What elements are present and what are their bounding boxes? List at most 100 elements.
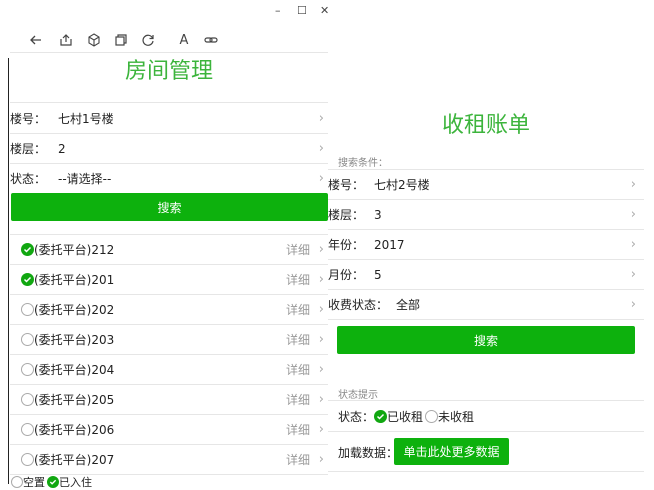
room-row-206[interactable]: (委托平台)206 详细 › (10, 415, 328, 445)
chevron-right-icon: › (630, 177, 636, 192)
check-circle-icon (374, 409, 388, 423)
charge-status-label: 收费状态： (328, 298, 389, 312)
bill-building-field[interactable]: 楼号： 七村2号楼 › (328, 170, 644, 200)
minimize-button[interactable]: – (275, 4, 281, 17)
chevron-right-icon: › (318, 332, 324, 347)
status-label: 状态： (338, 409, 375, 424)
cube-icon[interactable] (85, 31, 103, 49)
room-name: (委托平台)204 (34, 363, 115, 377)
rent-uncollected-label: 未收租 (438, 409, 475, 424)
chevron-right-icon: › (318, 302, 324, 317)
occupancy-legend: 空置 已入住 (11, 474, 92, 490)
room-name: (委托平台)206 (34, 423, 115, 437)
link-icon[interactable] (202, 31, 220, 49)
room-name: (委托平台)201 (34, 273, 115, 287)
room-row-212[interactable]: (委托平台)212 详细 › (10, 235, 328, 265)
floor-label: 楼层： (10, 142, 47, 156)
room-detail-link[interactable]: 详细 (286, 331, 310, 348)
room-name: (委托平台)207 (34, 453, 115, 467)
window-left-edge (8, 58, 9, 484)
room-filter-list: 楼号： 七村1号楼 › 楼层： 2 › 状态： --请选择-- › (10, 102, 328, 192)
chevron-right-icon: › (630, 237, 636, 252)
chevron-right-icon: › (630, 207, 636, 222)
charge-status-value: 全部 (396, 298, 421, 312)
room-detail-link[interactable]: 详细 (286, 451, 310, 468)
room-detail-link[interactable]: 详细 (286, 361, 310, 378)
chevron-right-icon: › (318, 110, 324, 126)
room-detail-link[interactable]: 详细 (286, 391, 310, 408)
bill-month-field[interactable]: 月份： 5 › (328, 260, 644, 290)
check-circle-icon[interactable] (21, 273, 34, 286)
floor-value: 2 (58, 141, 66, 156)
empty-circle-icon[interactable] (21, 393, 34, 406)
font-icon[interactable]: A (175, 31, 193, 49)
empty-circle-icon (11, 476, 23, 488)
status-value: --请选择-- (58, 171, 112, 186)
copy-icon[interactable] (112, 31, 130, 49)
room-name: (委托平台)203 (34, 333, 115, 347)
room-name: (委托平台)205 (34, 393, 115, 407)
room-detail-link[interactable]: 详细 (286, 421, 310, 438)
share-icon[interactable] (57, 31, 75, 49)
bill-search-button[interactable]: 搜索 (337, 326, 635, 354)
rent-status-legend: 状态： 已收租 未收租 (338, 407, 474, 425)
empty-circle-icon[interactable] (21, 303, 34, 316)
check-circle-icon (47, 476, 59, 488)
divider (328, 400, 644, 401)
divider (328, 471, 644, 472)
room-row-201[interactable]: (委托平台)201 详细 › (10, 265, 328, 295)
chevron-right-icon: › (318, 452, 324, 467)
toolbar-divider (10, 52, 328, 53)
floor-field[interactable]: 楼层： 2 › (10, 134, 328, 164)
room-row-205[interactable]: (委托平台)205 详细 › (10, 385, 328, 415)
maximize-button[interactable]: ☐ (297, 4, 307, 17)
room-search-button[interactable]: 搜索 (11, 193, 328, 221)
empty-circle-icon[interactable] (21, 333, 34, 346)
room-detail-link[interactable]: 详细 (286, 301, 310, 318)
empty-circle-icon[interactable] (21, 363, 34, 376)
rent-collected-label: 已收租 (387, 409, 424, 424)
bill-floor-field[interactable]: 楼层： 3 › (328, 200, 644, 230)
chevron-right-icon: › (630, 297, 636, 312)
month-value: 5 (374, 267, 382, 282)
search-conditions-label: 搜索条件： (338, 158, 388, 169)
room-list: (委托平台)212 详细 › (委托平台)201 详细 › (委托平台)202 … (10, 234, 328, 475)
chevron-right-icon: › (318, 170, 324, 186)
floor-label: 楼层： (328, 208, 365, 222)
room-name: (委托平台)212 (34, 243, 115, 257)
status-label: 状态： (10, 171, 47, 186)
legend-occupied: 已入住 (59, 476, 92, 489)
room-detail-link[interactable]: 详细 (286, 271, 310, 288)
room-detail-link[interactable]: 详细 (286, 241, 310, 258)
building-field[interactable]: 楼号： 七村1号楼 › (10, 103, 328, 134)
back-arrow-icon[interactable] (27, 31, 45, 49)
chevron-right-icon: › (318, 141, 324, 156)
bill-filter-list: 楼号： 七村2号楼 › 楼层： 3 › 年份： 2017 › 月份： 5 › 收… (328, 169, 644, 320)
empty-circle-icon[interactable] (21, 423, 34, 436)
divider (328, 431, 644, 432)
chevron-right-icon: › (318, 272, 324, 287)
bill-charge-status-field[interactable]: 收费状态： 全部 › (328, 290, 644, 320)
empty-circle-icon[interactable] (21, 453, 34, 466)
load-data-label: 加载数据： (338, 446, 399, 460)
load-more-button[interactable]: 单击此处更多数据 (394, 438, 509, 465)
chevron-right-icon: › (318, 392, 324, 407)
rent-bill-title: 收租账单 (441, 113, 530, 138)
chevron-right-icon: › (318, 362, 324, 377)
chevron-right-icon: › (318, 242, 324, 257)
chevron-right-icon: › (630, 267, 636, 282)
status-field[interactable]: 状态： --请选择-- › (10, 164, 328, 192)
room-row-202[interactable]: (委托平台)202 详细 › (10, 295, 328, 325)
room-row-207[interactable]: (委托平台)207 详细 › (10, 445, 328, 475)
year-value: 2017 (374, 237, 405, 252)
year-label: 年份： (328, 238, 365, 252)
check-circle-icon[interactable] (21, 243, 34, 256)
room-row-203[interactable]: (委托平台)203 详细 › (10, 325, 328, 355)
refresh-icon[interactable] (139, 31, 157, 49)
room-row-204[interactable]: (委托平台)204 详细 › (10, 355, 328, 385)
building-label: 楼号： (10, 111, 47, 126)
empty-circle-icon (425, 409, 439, 423)
bill-year-field[interactable]: 年份： 2017 › (328, 230, 644, 260)
close-button[interactable]: ✕ (320, 4, 329, 17)
room-name: (委托平台)202 (34, 303, 115, 317)
